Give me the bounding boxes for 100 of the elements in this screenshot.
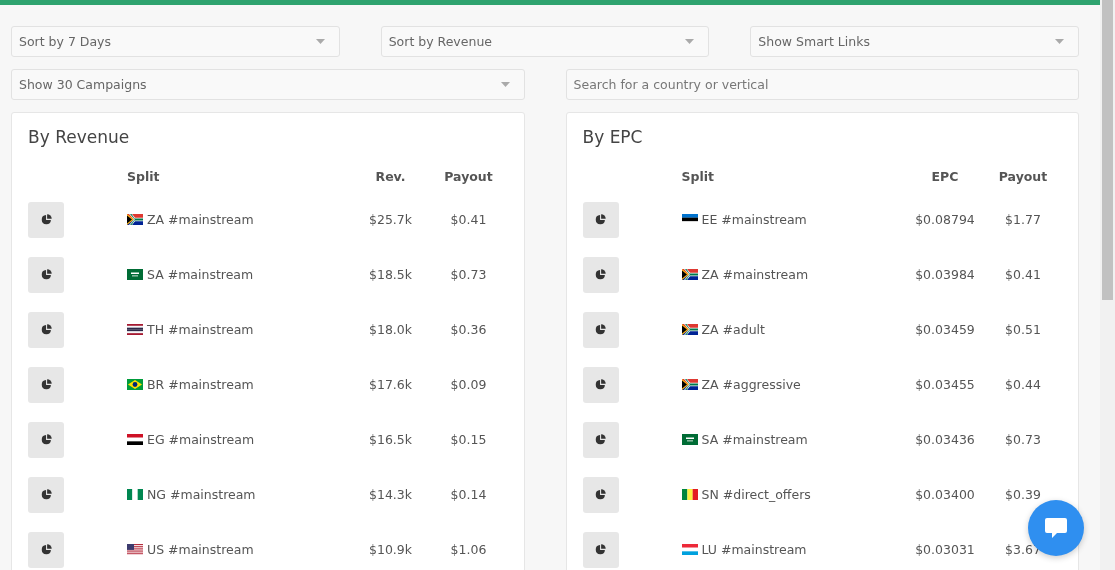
panel-title: By EPC <box>582 127 644 147</box>
column-header: Payout <box>443 168 494 184</box>
chart-button[interactable] <box>28 201 64 238</box>
split-name: TH #mainstream <box>147 322 254 337</box>
chart-button[interactable] <box>582 531 619 568</box>
flag-icon <box>127 214 143 225</box>
table-cell-text: $1.06 <box>449 542 488 557</box>
flag-icon <box>681 379 698 390</box>
table-cell-text: $0.03459 <box>914 322 976 337</box>
caret-icon <box>685 39 695 44</box>
caret-icon <box>500 82 510 87</box>
split-name: SA #mainstream <box>147 267 254 282</box>
table-cell-text: $18.5k <box>368 267 413 282</box>
flag-icon <box>681 434 698 445</box>
flag-icon <box>681 489 698 500</box>
table-cell-text: $18.0k <box>368 322 413 337</box>
pie-chart-icon <box>40 324 52 335</box>
split-name: LU #mainstream <box>701 542 807 557</box>
chart-button[interactable] <box>582 256 619 293</box>
chart-button[interactable] <box>28 421 64 458</box>
flag-icon <box>127 269 143 280</box>
flag-icon <box>127 544 143 555</box>
table-cell-text: $0.03400 <box>914 487 976 502</box>
table-cell-text: $0.15 <box>449 432 488 447</box>
pie-chart-icon <box>595 544 606 555</box>
table-cell-text: $0.08794 <box>914 212 976 227</box>
pie-chart-icon <box>40 434 52 445</box>
chart-button[interactable] <box>28 256 64 293</box>
table-cell-text: $0.36 <box>449 322 488 337</box>
table-cell-text: $0.03436 <box>914 432 976 447</box>
chart-button[interactable] <box>28 531 64 568</box>
column-header: EPC <box>930 168 960 184</box>
pie-chart-icon <box>595 489 606 500</box>
split-name: EG #mainstream <box>147 432 255 447</box>
table-cell-text: $0.03984 <box>914 267 976 282</box>
split-name: SN #direct_offers <box>701 487 811 502</box>
dropdown[interactable]: Sort by 7 Days <box>11 26 340 57</box>
scrollbar[interactable] <box>1100 0 1115 570</box>
table-cell-text: $0.14 <box>449 487 488 502</box>
pie-chart-icon <box>40 214 52 225</box>
split-name: BR #mainstream <box>147 377 254 392</box>
table-cell-text: $0.41 <box>449 212 488 227</box>
table-cell-text: $0.41 <box>1004 267 1042 282</box>
flag-icon <box>681 214 698 225</box>
flag-icon <box>127 324 143 335</box>
split-name: SA #mainstream <box>701 432 808 447</box>
chart-button[interactable] <box>582 201 619 238</box>
dropdown[interactable]: Sort by Revenue <box>380 26 710 57</box>
flag-icon <box>127 379 143 390</box>
table-cell-text: $16.5k <box>368 432 413 447</box>
flag-icon <box>127 489 143 500</box>
table-cell-text: $0.51 <box>1004 322 1042 337</box>
pie-chart-icon <box>595 324 606 335</box>
search-field[interactable]: Search for a country or vertical <box>565 69 1079 100</box>
table-cell-text: $0.03455 <box>914 377 976 392</box>
pie-chart-icon <box>595 379 606 390</box>
column-header: Split <box>127 168 161 184</box>
pie-chart-icon <box>595 269 606 280</box>
split-name: ZA #aggressive <box>701 377 801 392</box>
caret-icon <box>315 39 325 44</box>
scrollbar-thumb[interactable] <box>1102 0 1113 300</box>
pie-chart-icon <box>40 379 52 390</box>
dropdown[interactable]: Show Smart Links <box>750 26 1079 57</box>
chart-button[interactable] <box>28 366 64 403</box>
pie-chart-icon <box>595 214 606 225</box>
column-header: Payout <box>997 168 1049 184</box>
flag-icon <box>127 434 143 445</box>
column-header: Split <box>681 168 715 184</box>
flag-icon <box>681 269 698 280</box>
table-cell-text: $0.44 <box>1004 377 1042 392</box>
table-cell-text: $17.6k <box>368 377 413 392</box>
column-header: Rev. <box>374 168 407 184</box>
chart-button[interactable] <box>582 476 619 513</box>
split-name: US #mainstream <box>147 542 254 557</box>
table-cell-text: $10.9k <box>368 542 413 557</box>
chat-bubble-icon <box>1045 518 1067 538</box>
split-name: ZA #mainstream <box>147 212 254 227</box>
chart-button[interactable] <box>582 366 619 403</box>
chart-button[interactable] <box>28 311 64 348</box>
table-cell-text: $25.7k <box>368 212 413 227</box>
chart-button[interactable] <box>28 476 64 513</box>
split-name: ZA #adult <box>701 322 765 337</box>
split-name: NG #mainstream <box>147 487 256 502</box>
pie-chart-icon <box>40 544 52 555</box>
table-cell-text: $0.73 <box>449 267 488 282</box>
pie-chart-icon <box>595 434 606 445</box>
dropdown[interactable]: Show 30 Campaigns <box>11 69 525 100</box>
flag-icon <box>681 324 698 335</box>
split-name: ZA #mainstream <box>701 267 809 282</box>
chart-button[interactable] <box>582 421 619 458</box>
table-cell-text: $0.73 <box>1004 432 1042 447</box>
table-cell-text: $0.39 <box>1004 487 1042 502</box>
panel-title: By Revenue <box>28 127 131 147</box>
pie-chart-icon <box>40 269 52 280</box>
chart-button[interactable] <box>582 311 619 348</box>
table-cell-text: $14.3k <box>368 487 413 502</box>
table-cell-text: $0.09 <box>449 377 488 392</box>
flag-icon <box>681 544 698 555</box>
caret-icon <box>1055 39 1064 44</box>
pie-chart-icon <box>40 489 52 500</box>
